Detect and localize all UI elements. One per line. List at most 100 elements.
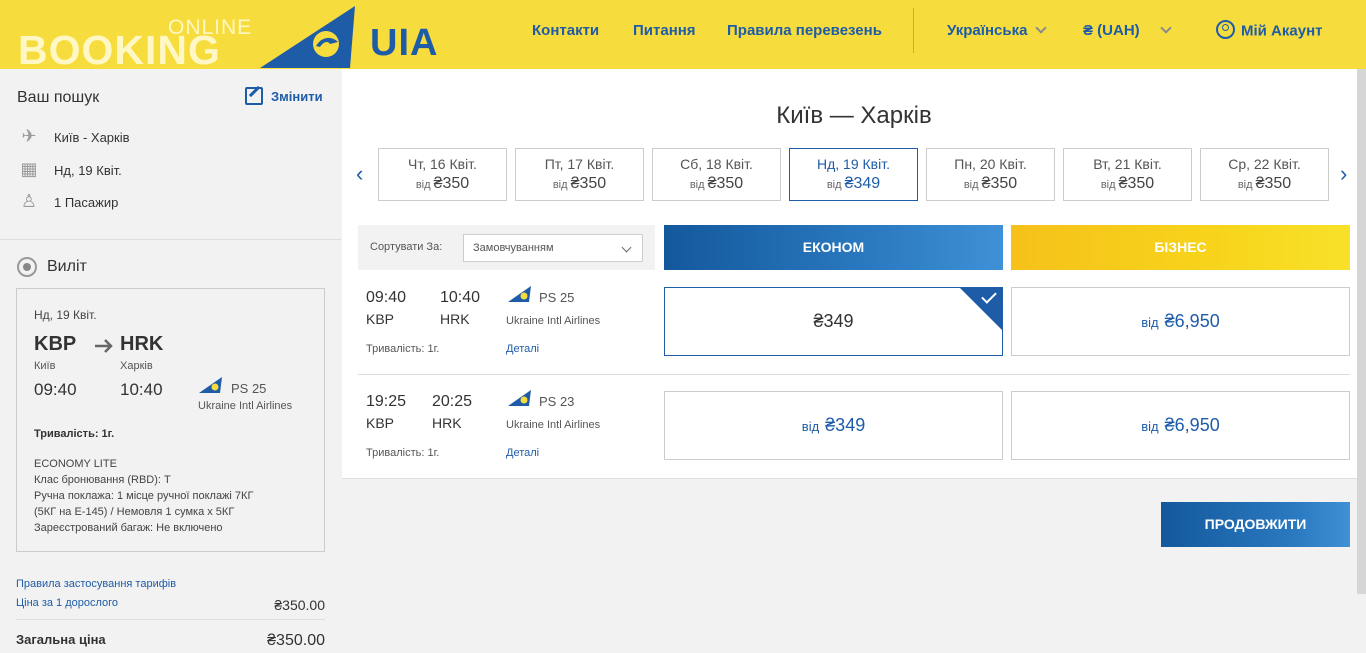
search-title: Ваш пошук [17,89,100,106]
change-label: Змінити [271,88,323,104]
business-fare[interactable]: від ₴6,950 [1011,287,1350,356]
sidebar-divider [0,239,341,240]
departure-label: Виліт [47,258,87,275]
flight-number: PS 25 [539,290,575,305]
card-flight-number: PS 25 [231,381,267,396]
date-tab-price: від ₴349 [826,175,881,192]
date-tab-6[interactable]: Ср, 22 Квіт. від ₴350 [1200,148,1329,201]
adult-price-row: Ціна за 1 дорослого ₴350.00 [16,597,325,620]
departure-section[interactable]: Виліт [17,257,87,277]
from-label: від [1141,419,1159,434]
card-to-city: Харків [120,360,153,372]
business-fare[interactable]: від ₴6,950 [1011,391,1350,460]
card-to-code: HRK [120,333,164,355]
search-route: ✈ Київ - Харків [17,126,130,148]
from-label: від [1141,315,1159,330]
booking-class: Клас бронювання (RBD): T [34,474,171,486]
from-airport: KBP [366,415,395,431]
date-tab-0[interactable]: Чт, 16 Квіт. від ₴350 [378,148,507,201]
date-tab-label: Чт, 16 Квіт. [408,156,477,172]
scrollbar[interactable] [1357,69,1366,594]
airline-name: Ukraine Intl Airlines [506,315,601,327]
hand-luggage-line-1: Ручна поклажа: 1 місце ручної поклажі 7К… [34,490,254,502]
language-select[interactable]: Українська [947,22,1048,39]
total-price-value: ₴350.00 [267,632,325,649]
change-search-button[interactable]: Змінити [245,87,323,105]
nav-contacts[interactable]: Контакти [532,22,599,39]
sort-value: Замовчуванням [473,242,554,254]
adult-price-label[interactable]: Ціна за 1 дорослого [16,597,118,613]
search-date: ▦ Нд, 19 Квіт. [17,159,121,181]
total-price-label: Загальна ціна [16,632,106,647]
continue-button[interactable]: ПРОДОВЖИТИ [1161,502,1350,547]
user-icon [1216,20,1235,39]
duration: Тривалість: 1г. [366,343,440,355]
chevron-down-icon [1035,22,1048,34]
business-price: ₴6,950 [1164,311,1220,331]
currency-label: ₴ (UAH) [1083,22,1140,39]
date-tab-label: Пт, 17 Квіт. [544,156,615,172]
nav-divider [913,8,914,53]
economy-fare[interactable]: від ₴349 [664,391,1003,460]
dep-time: 19:25 [366,393,407,410]
departure-radio[interactable] [17,257,37,277]
card-date: Нд, 19 Квіт. [34,308,97,322]
next-dates-chevron-right-icon[interactable]: › [1340,161,1347,187]
date-tab-price: від ₴350 [689,175,744,192]
account-label: Мій Акаунт [1241,22,1323,40]
from-label: від [801,419,820,434]
checked-baggage: Зареєстрований багаж: Не включено [34,522,223,534]
details-link[interactable]: Деталі [506,343,539,355]
arr-time: 10:40 [440,289,481,306]
economy-header: ЕКОНОМ [664,225,1003,270]
sort-select[interactable]: Замовчуванням [463,234,643,262]
date-tab-1[interactable]: Пт, 17 Квіт. від ₴350 [515,148,644,201]
prev-dates-chevron-left-icon[interactable]: ‹ [356,161,363,187]
language-label: Українська [947,22,1028,39]
date-tab-5[interactable]: Вт, 21 Квіт. від ₴350 [1063,148,1192,201]
business-price: ₴6,950 [1164,415,1220,435]
date-tab-label: Пн, 20 Квіт. [954,156,1027,172]
account-link[interactable]: Мій Акаунт [1216,20,1323,41]
airline-name: Ukraine Intl Airlines [506,419,601,431]
plane-icon: ✈ [21,126,37,146]
calendar-icon: ▦ [20,159,38,179]
chevron-down-icon [621,242,632,253]
airline-logo-icon [508,286,531,302]
adult-price-value: ₴350.00 [274,597,325,613]
row-divider [358,374,1350,375]
from-airport: KBP [366,311,395,327]
search-passengers-text: 1 Пасажир [54,194,119,210]
details-link[interactable]: Деталі [506,447,539,459]
sort-label: Сортувати За: [370,241,443,253]
selected-flight-card: Нд, 19 Квіт. KBP HRK Київ Харків 09:40 1… [16,288,325,552]
edit-icon [245,87,263,105]
airline-logo-icon [199,377,222,393]
search-route-text: Київ - Харків [54,129,130,145]
currency-select[interactable]: ₴ (UAH) [1083,22,1172,39]
results-panel: Київ — Харків ‹ › Чт, 16 Квіт. від ₴350 … [342,69,1366,479]
header: BOOKING ONLINE UIA Контакти Питання Прав… [0,0,1366,71]
card-dep-time: 09:40 [34,380,77,399]
duration: Тривалість: 1г. [366,447,440,459]
date-tab-price: від ₴350 [1100,175,1155,192]
economy-price: ₴349 [825,415,866,435]
date-tab-2[interactable]: Сб, 18 Квіт. від ₴350 [652,148,781,201]
date-tab-label: Ср, 22 Квіт. [1228,156,1301,172]
economy-fare-selected[interactable]: ₴349 [664,287,1003,356]
card-airline: Ukraine Intl Airlines [198,400,293,412]
tariff-rules-link[interactable]: Правила застосування тарифів [16,578,176,590]
date-tab-4[interactable]: Пн, 20 Квіт. від ₴350 [926,148,1055,201]
card-fare-details: ECONOMY LITE Клас бронювання (RBD): T Ру… [34,456,253,536]
to-airport: HRK [432,415,462,431]
nav-rules[interactable]: Правила перевезень [727,22,882,39]
date-tab-price: від ₴350 [415,175,470,192]
airline-logo-icon [508,390,531,406]
date-tab-3-selected[interactable]: Нд, 19 Квіт. від ₴349 [789,148,918,201]
date-tab-label: Сб, 18 Квіт. [680,156,753,172]
search-passengers: ♙ 1 Пасажир [17,191,118,213]
economy-price: ₴349 [813,311,854,331]
date-tab-price: від ₴350 [552,175,607,192]
dep-time: 09:40 [366,289,407,306]
nav-questions[interactable]: Питання [633,22,696,39]
